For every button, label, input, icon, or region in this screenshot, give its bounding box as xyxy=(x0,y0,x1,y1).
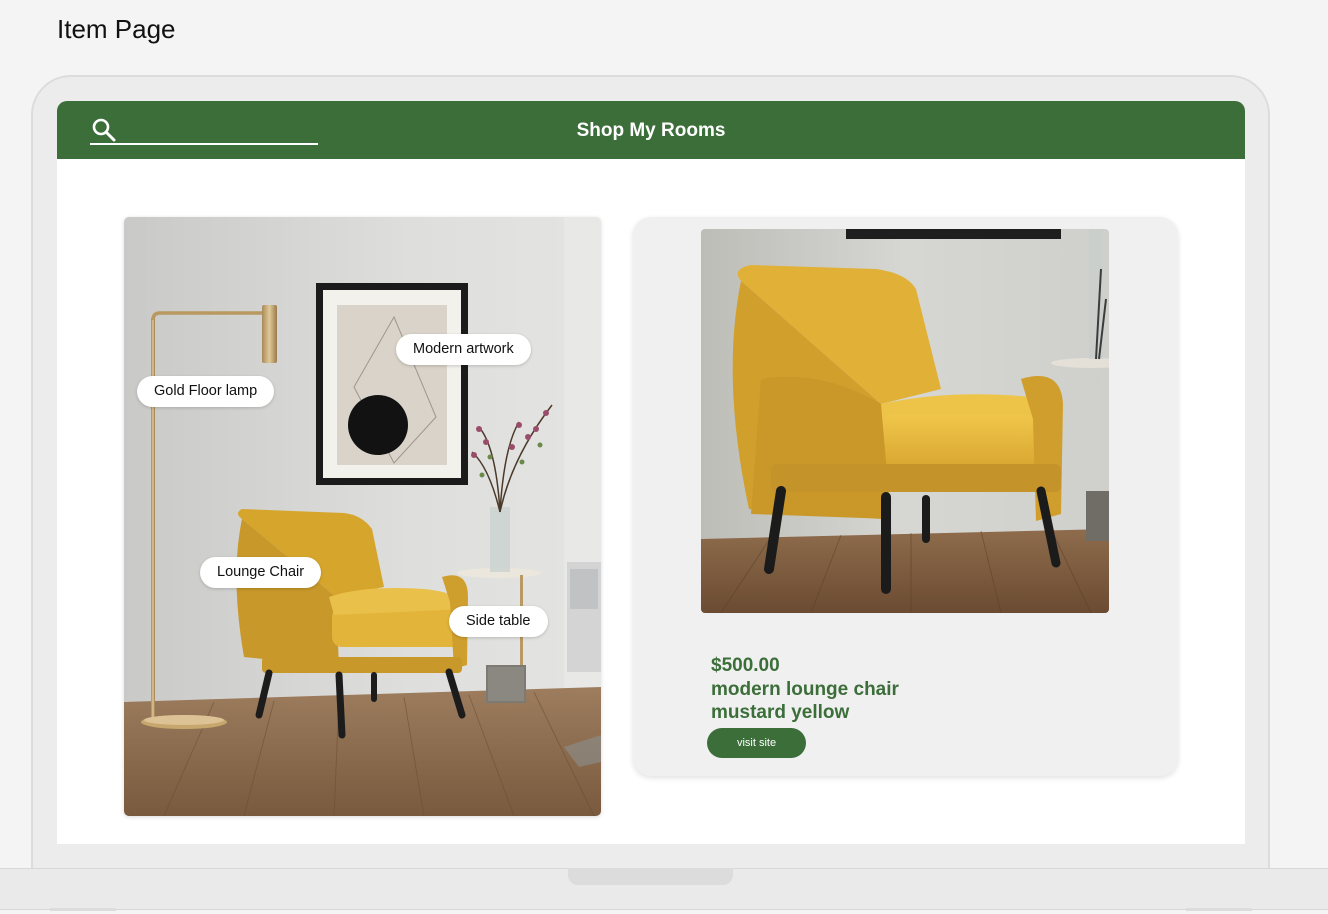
laptop-foot-right xyxy=(1186,908,1252,911)
laptop-foot-left xyxy=(50,908,116,911)
header-bar: Shop My Rooms xyxy=(57,101,1245,159)
tag-side-table[interactable]: Side table xyxy=(449,606,548,637)
product-card: $500.00 modern lounge chair mustard yell… xyxy=(633,217,1178,776)
product-price: $500.00 xyxy=(711,655,780,676)
room-illustration xyxy=(124,217,601,816)
browser-screen: Shop My Rooms Modern artwork Gold Floor … xyxy=(57,101,1245,844)
page-title: Item Page xyxy=(57,14,176,44)
visit-site-button[interactable]: visit site xyxy=(707,728,806,758)
tag-lounge-chair[interactable]: Lounge Chair xyxy=(200,557,322,588)
brand-title: Shop My Rooms xyxy=(576,120,726,141)
laptop-notch xyxy=(568,868,733,885)
room-scene-image: Modern artwork Gold Floor lamp Lounge Ch… xyxy=(124,217,601,816)
tag-gold-floor-lamp[interactable]: Gold Floor lamp xyxy=(137,376,275,407)
product-image xyxy=(701,229,1109,613)
product-name: modern lounge chair mustard yellow xyxy=(711,679,899,723)
tag-modern-artwork[interactable]: Modern artwork xyxy=(396,334,531,365)
chair-photo xyxy=(701,229,1109,613)
search-input[interactable] xyxy=(90,143,318,145)
